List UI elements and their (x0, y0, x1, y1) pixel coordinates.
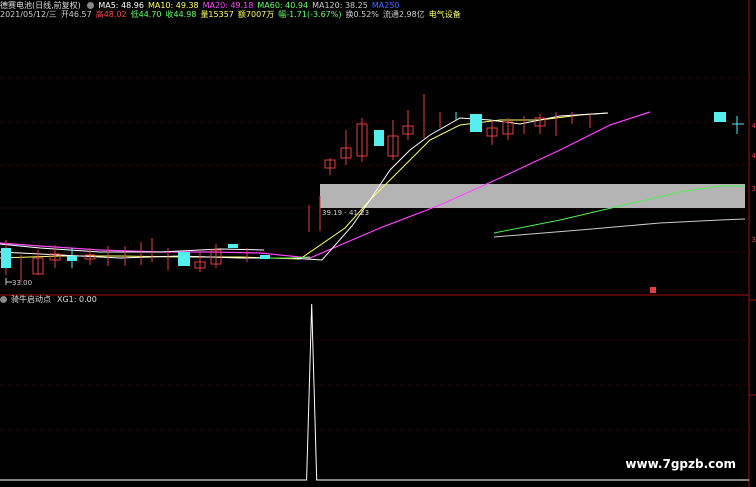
xg1-line (0, 303, 749, 481)
quote-info-item: 额7007万 (237, 10, 275, 19)
candles-right (308, 94, 744, 232)
candles-left (1, 238, 270, 282)
indicator-settings-icon[interactable] (0, 296, 7, 303)
quote-info-bar: 2021/05/12/三 开46.57 高48.02 低44.70 收44.98 量153… (0, 10, 465, 20)
indicator-value: XG1: 0.00 (57, 295, 97, 304)
quote-info-item: 收44.98 (165, 10, 197, 19)
quote-info-item: 幅-1.71(-3.67%) (278, 10, 342, 19)
settings-icon[interactable] (87, 2, 95, 9)
price-low-label: 33.00 (12, 279, 32, 287)
axis-tick-label: 4 (751, 152, 756, 160)
axis-tick-label: 3 (751, 185, 756, 193)
quote-info-item: 2021/05/12/三 (0, 10, 57, 19)
axis-tick-label: 4 (751, 122, 756, 130)
quote-info-item: 电气设备 (428, 10, 461, 19)
indicator-title[interactable]: 骑牛启动点 (11, 295, 51, 305)
quote-info-item: 量15357 (200, 10, 234, 19)
ma120-line (493, 218, 746, 238)
highlight-band (320, 184, 745, 208)
quote-info-item: 开46.57 (60, 10, 92, 19)
quote-info-item: 换0.52% (345, 10, 379, 19)
indicator-header: 骑牛启动点 XG1: 0.00 (0, 295, 101, 305)
quote-info-item: 低44.70 (130, 10, 162, 19)
quote-info-item: 流通2.98亿 (382, 10, 425, 19)
event-marker-icon[interactable] (650, 287, 656, 293)
axis-tick-label: 3 (751, 236, 756, 244)
quote-info-item: 高48.02 (95, 10, 127, 19)
range-label: 39.19 - 41.23 (322, 209, 369, 217)
kline-chart[interactable]: 33.00 39.19 - 41.23 (0, 0, 756, 487)
watermark: www.7gpzb.com (625, 457, 736, 471)
